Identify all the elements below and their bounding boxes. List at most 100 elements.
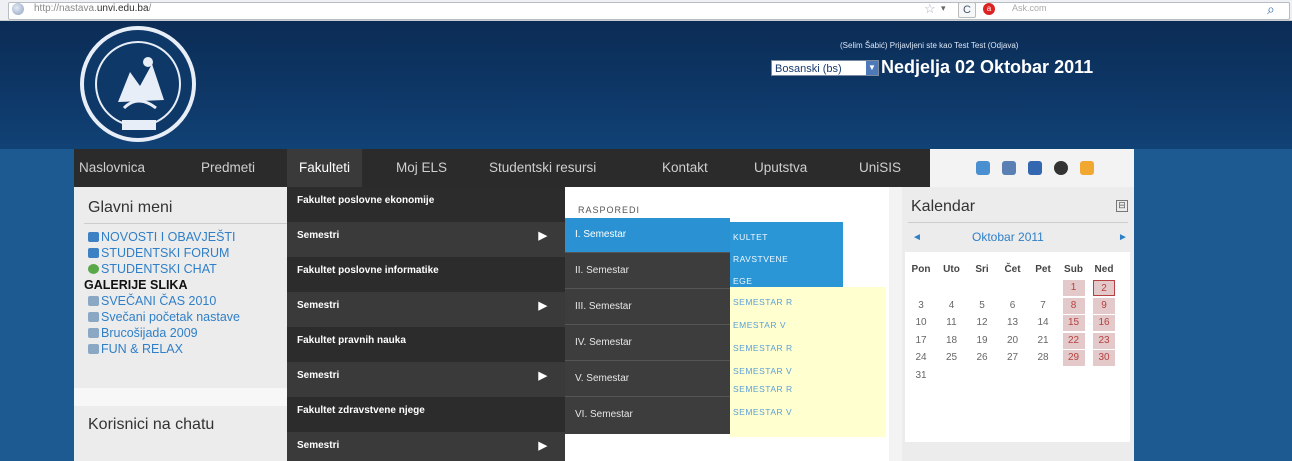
nav-unisis[interactable]: UniSIS — [859, 149, 901, 187]
calendar-day[interactable]: 3 — [910, 298, 932, 314]
chat-icon[interactable] — [976, 161, 990, 175]
calendar-day[interactable]: 29 — [1062, 350, 1085, 366]
calendar-prev-icon[interactable]: ◄ — [912, 232, 922, 243]
calendar-day[interactable]: 18 — [941, 333, 963, 349]
submenu-semester-4[interactable]: IV. Semestar — [565, 326, 730, 361]
gallery-icon — [88, 344, 99, 354]
current-date: Nedjelja 02 Oktobar 2011 — [881, 57, 1094, 77]
chat-icon — [88, 264, 99, 274]
magnifier-icon[interactable]: ⌕ — [1267, 1, 1275, 18]
menu-news-label: NOVOSTI I OBAVJEŠTI — [101, 230, 236, 244]
calendar-day[interactable]: 19 — [971, 333, 993, 349]
submenu-semester-5[interactable]: V. Semestar — [565, 362, 730, 397]
calendar-day[interactable]: 13 — [1002, 315, 1024, 331]
semester-link[interactable]: EMESTAR V — [733, 320, 786, 330]
calendar-day[interactable]: 5 — [971, 298, 993, 314]
blue-line-2[interactable]: RAVSTVENE — [733, 254, 788, 264]
calendar-month[interactable]: Oktobar 2011 — [972, 230, 1044, 244]
messages-icon[interactable] — [1002, 161, 1016, 175]
calendar-day[interactable]: 14 — [1032, 315, 1054, 331]
calendar-day[interactable]: 28 — [1032, 350, 1054, 366]
globe-icon[interactable] — [1054, 161, 1068, 175]
dropdown-semesters[interactable]: Semestri ▶ — [287, 362, 565, 397]
calendar-day[interactable]: 15 — [1062, 315, 1085, 331]
calendar-day[interactable]: 7 — [1032, 298, 1054, 314]
calendar-day[interactable]: 8 — [1062, 297, 1085, 314]
calendar-day[interactable]: 11 — [941, 315, 963, 331]
submenu-semester-1[interactable]: I. Semestar — [565, 218, 730, 253]
dropdown-faculty-informatics[interactable]: Fakultet poslovne informatike — [287, 257, 565, 292]
menu-chat-label: STUDENTSKI CHAT — [101, 262, 217, 276]
calendar-day[interactable]: 2 — [1093, 280, 1115, 296]
dropdown-faculty-nursing[interactable]: Fakultet zdravstvene njege — [287, 397, 565, 432]
menu-gallery-3-label: Brucošijada 2009 — [101, 326, 198, 340]
calendar-day[interactable]: 20 — [1002, 333, 1024, 349]
calendar-day[interactable]: 23 — [1093, 332, 1115, 349]
url-text[interactable]: http://nastava.unvi.edu.ba/ — [34, 3, 151, 14]
menu-gallery-1[interactable]: SVEČANI ČAS 2010 — [88, 294, 216, 308]
semesters-submenu: I. Semestar II. Semestar III. Semestar I… — [565, 218, 730, 434]
dropdown-faculty-economics[interactable]: Fakultet poslovne ekonomije — [287, 187, 565, 222]
menu-forum[interactable]: STUDENTSKI FORUM — [88, 246, 229, 260]
dropdown-semesters[interactable]: Semestri ▶ — [287, 432, 565, 461]
semester-link[interactable]: SEMESTAR V — [733, 407, 792, 417]
menu-news[interactable]: NOVOSTI I OBAVJEŠTI — [88, 230, 236, 244]
calendar-day[interactable]: 27 — [1002, 350, 1024, 366]
calendar-next-icon[interactable]: ► — [1118, 232, 1128, 243]
nav-kontakt[interactable]: Kontakt — [662, 149, 708, 187]
submenu-semester-2[interactable]: II. Semestar — [565, 254, 730, 289]
semester-link[interactable]: SEMESTAR R — [733, 384, 793, 394]
menu-gallery-3[interactable]: Brucošijada 2009 — [88, 326, 198, 340]
chevron-down-icon[interactable]: ▼ — [866, 61, 878, 75]
university-seal-logo[interactable] — [78, 24, 198, 144]
semester-link[interactable]: SEMESTAR R — [733, 343, 793, 353]
calendar-day[interactable]: 6 — [1002, 298, 1024, 314]
dropdown-semesters[interactable]: Semestri ▶ — [287, 292, 565, 327]
menu-gallery-2[interactable]: Svečani početak nastave — [88, 310, 240, 324]
dropdown-arrow-icon[interactable]: ▾ — [941, 3, 946, 14]
menu-chat[interactable]: STUDENTSKI CHAT — [88, 262, 217, 276]
calendar-day[interactable]: 24 — [910, 350, 932, 366]
calendar-day[interactable]: 4 — [941, 298, 963, 314]
nav-predmeti[interactable]: Predmeti — [201, 149, 255, 187]
calendar-day[interactable]: 9 — [1093, 297, 1115, 314]
calendar-day[interactable]: 12 — [971, 315, 993, 331]
blue-line-3[interactable]: EGE — [733, 276, 752, 286]
calendar-day[interactable]: 17 — [910, 333, 932, 349]
reload-button[interactable]: C — [958, 2, 976, 18]
calendar-day[interactable]: 25 — [941, 350, 963, 366]
calendar-day[interactable]: 26 — [971, 350, 993, 366]
rss-icon[interactable] — [1080, 161, 1094, 175]
nav-studentski-resursi[interactable]: Studentski resursi — [489, 149, 596, 187]
submenu-semester-6[interactable]: VI. Semestar — [565, 398, 730, 433]
language-select[interactable]: Bosanski (bs) — [771, 60, 879, 76]
calendar-day[interactable]: 16 — [1093, 315, 1115, 331]
address-bar[interactable] — [8, 2, 1290, 20]
nav-uputstva[interactable]: Uputstva — [754, 149, 807, 187]
news-icon — [88, 232, 99, 242]
menu-gallery-4[interactable]: FUN & RELAX — [88, 342, 183, 356]
bookmark-star-icon[interactable]: ☆ — [924, 1, 936, 17]
nav-moj-els[interactable]: Moj ELS — [396, 149, 447, 187]
semester-link[interactable]: SEMESTAR R — [733, 297, 793, 307]
dropdown-semesters[interactable]: Semestri ▶ — [287, 222, 565, 257]
calendar-day[interactable]: 1 — [1062, 280, 1085, 296]
login-info[interactable]: (Selim Šabić) Prijavljeni ste kao Test T… — [840, 41, 1018, 50]
calendar-day[interactable]: 31 — [910, 368, 932, 384]
submenu-semester-3[interactable]: III. Semestar — [565, 290, 730, 325]
search-engine-icon[interactable]: a — [983, 3, 995, 15]
collapse-icon[interactable]: ⊟ — [1116, 200, 1128, 212]
calendar-day[interactable]: 21 — [1032, 333, 1054, 349]
calendar-day[interactable]: 22 — [1062, 332, 1085, 349]
calendar-day[interactable]: 10 — [910, 315, 932, 331]
blue-line-1[interactable]: KULTET — [733, 232, 768, 242]
media-icon[interactable] — [1028, 161, 1042, 175]
calendar-day[interactable]: 30 — [1093, 350, 1115, 366]
menu-gallery-1-label: SVEČANI ČAS 2010 — [101, 294, 217, 308]
url-suffix: / — [148, 3, 152, 14]
nav-naslovnica[interactable]: Naslovnica — [79, 149, 145, 187]
search-input[interactable]: Ask.com — [1012, 3, 1047, 13]
nav-fakulteti[interactable]: Fakulteti — [287, 149, 363, 187]
dropdown-faculty-law[interactable]: Fakultet pravnih nauka — [287, 327, 565, 362]
semester-link[interactable]: SEMESTAR V — [733, 366, 792, 376]
